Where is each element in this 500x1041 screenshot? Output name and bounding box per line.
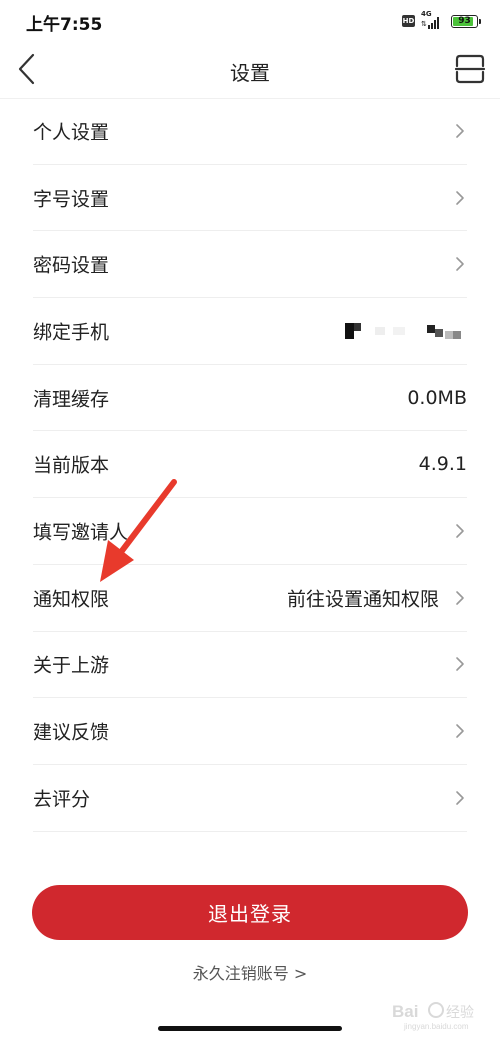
settings-row[interactable]: 个人设置 bbox=[33, 98, 467, 165]
settings-row[interactable]: 关于上游 bbox=[33, 632, 467, 699]
settings-row-label: 通知权限 bbox=[33, 588, 110, 611]
settings-row[interactable]: 密码设置 bbox=[33, 231, 467, 299]
settings-row[interactable]: 建议反馈 bbox=[33, 698, 467, 765]
chevron-right-icon bbox=[456, 790, 464, 805]
chevron-right-icon bbox=[456, 190, 464, 205]
settings-row[interactable]: 清理缓存 0.0MB bbox=[33, 365, 467, 432]
svg-text:Bai: Bai bbox=[392, 1002, 418, 1021]
home-indicator bbox=[158, 1026, 342, 1031]
settings-row-label: 清理缓存 bbox=[33, 388, 110, 411]
settings-row[interactable]: 填写邀请人 bbox=[33, 498, 467, 565]
nav-header: 设置 bbox=[0, 40, 500, 99]
settings-row-label: 关于上游 bbox=[33, 654, 110, 677]
settings-list: 个人设置字号设置密码设置绑定手机清理缓存 0.0MB 当前版本 4.9.1 填写邀请人通… bbox=[33, 98, 467, 832]
status-bar: 上午7:55 HD 4G ⇅ 93 bbox=[0, 0, 500, 40]
settings-row-label: 建议反馈 bbox=[33, 721, 110, 744]
page-title: 设置 bbox=[230, 61, 270, 85]
scan-icon bbox=[454, 54, 486, 84]
chevron-right-icon bbox=[456, 124, 464, 138]
settings-row-label: 去评分 bbox=[33, 788, 91, 811]
settings-row-label: 绑定手机 bbox=[33, 321, 110, 344]
settings-row[interactable]: 去评分 bbox=[33, 765, 467, 832]
settings-row-value: 4.9.1 bbox=[418, 453, 467, 476]
signal-icon: 4G ⇅ bbox=[421, 10, 445, 29]
chevron-right-icon bbox=[456, 257, 464, 272]
masked-phone-number bbox=[345, 322, 461, 339]
settings-row[interactable]: 字号设置 bbox=[33, 165, 467, 232]
chevron-right-icon bbox=[456, 590, 464, 605]
svg-text:经验: 经验 bbox=[446, 1004, 474, 1020]
settings-row-value: 前往设置通知权限 bbox=[286, 588, 439, 611]
battery-icon: 93 bbox=[451, 14, 481, 28]
svg-text:jingyan.baidu.com: jingyan.baidu.com bbox=[403, 1022, 469, 1031]
settings-row[interactable]: 通知权限 前往设置通知权限 bbox=[33, 565, 467, 632]
chevron-right-icon bbox=[456, 657, 464, 672]
status-icons: HD 4G ⇅ 93 bbox=[402, 10, 481, 31]
baidu-watermark-logo: Bai 经验 jingyan.baidu.com bbox=[392, 1002, 474, 1031]
settings-row[interactable]: 绑定手机 bbox=[33, 298, 467, 365]
hd-icon: HD bbox=[402, 15, 415, 27]
scan-button[interactable] bbox=[454, 53, 486, 85]
battery-level: 93 bbox=[458, 15, 471, 26]
settings-row-label: 密码设置 bbox=[33, 254, 110, 277]
status-time: 上午7:55 bbox=[26, 15, 103, 35]
settings-row-value: 0.0MB bbox=[407, 386, 467, 409]
logout-button[interactable]: 退出登录 bbox=[32, 885, 468, 940]
settings-row[interactable]: 当前版本 4.9.1 bbox=[33, 431, 467, 499]
chevron-right-icon bbox=[456, 524, 464, 538]
chevron-right-icon bbox=[456, 724, 464, 738]
settings-row-label: 字号设置 bbox=[33, 188, 110, 211]
settings-row-label: 填写邀请人 bbox=[33, 521, 129, 544]
settings-row-label: 个人设置 bbox=[33, 121, 110, 144]
delete-account-link[interactable]: 永久注销账号 > bbox=[0, 960, 500, 984]
settings-row-label: 当前版本 bbox=[33, 454, 110, 477]
